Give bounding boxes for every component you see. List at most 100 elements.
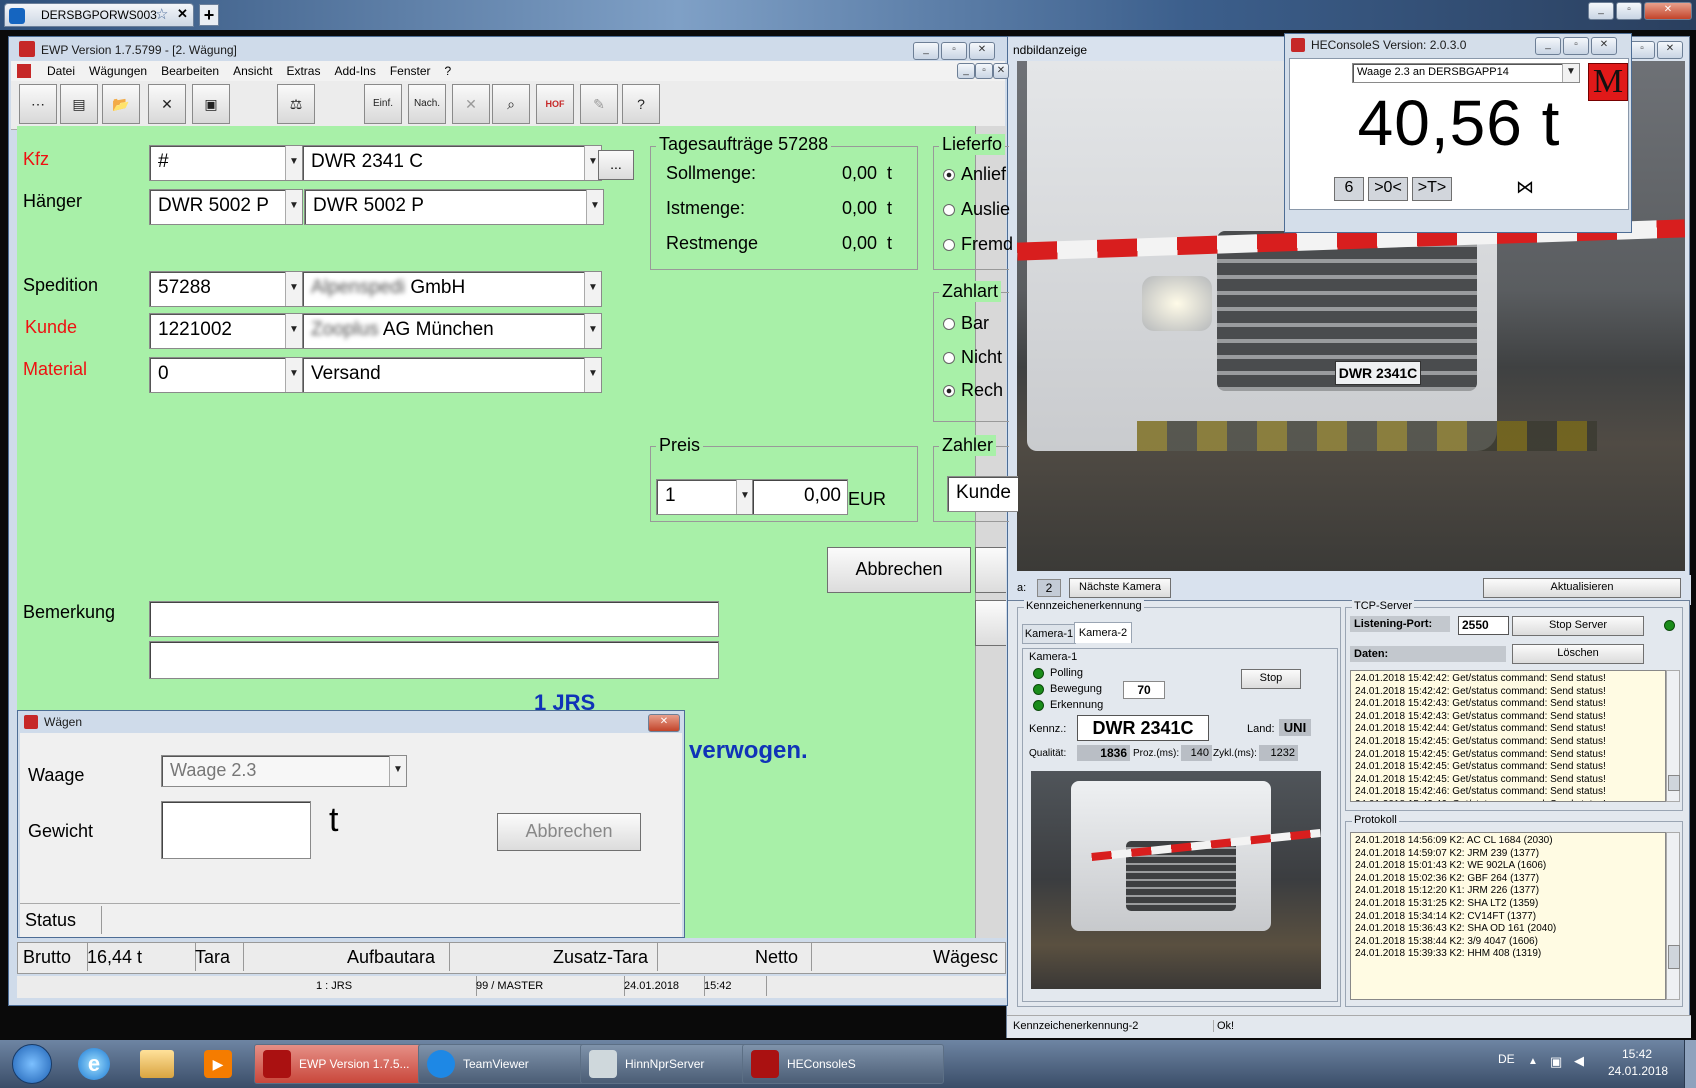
new-document-button[interactable]: ▤ [60, 84, 98, 124]
scale-number-button[interactable]: 6 [1334, 177, 1364, 201]
ie-icon[interactable]: e [78, 1048, 110, 1080]
remote-maximize-button[interactable]: ▫ [1616, 2, 1642, 20]
tcp-log-list[interactable]: 24.01.2018 15:42:42: Get/status command:… [1350, 670, 1666, 802]
explorer-icon[interactable] [140, 1050, 174, 1078]
protokoll-log-list[interactable]: 24.01.2018 14:56:09 K2: AC CL 1684 (2030… [1350, 832, 1666, 1000]
kunde-code-select[interactable]: 1221002 ▼ [149, 313, 303, 349]
menu-waegungen[interactable]: Wägungen [89, 64, 147, 78]
menu-extras[interactable]: Extras [286, 64, 320, 78]
ewp-close-button[interactable]: ✕ [969, 42, 995, 60]
menu-add-ins[interactable]: Add-Ins [334, 64, 375, 78]
nachwiegen-button[interactable]: Nach. [408, 84, 446, 124]
preis-qty-select[interactable]: 1 ▼ [656, 479, 754, 515]
clock-date[interactable]: 24.01.2018 [1608, 1064, 1668, 1078]
binoculars-icon[interactable]: ⌕ [492, 84, 530, 124]
ewp-maximize-button[interactable]: ▫ [941, 42, 967, 60]
remote-tab[interactable]: DERSBGPORWS003 ☆ ✕ [4, 3, 194, 27]
next-camera-button[interactable]: Nächste Kamera [1069, 578, 1171, 598]
radio-auslieferung[interactable]: Auslie [943, 199, 1010, 220]
remote-close-button[interactable]: ✕ [1644, 2, 1692, 20]
menu-fenster[interactable]: Fenster [390, 64, 431, 78]
radio-rechnung[interactable]: Rech [943, 380, 1003, 401]
save-button[interactable]: ▣ [192, 84, 230, 124]
edit-pen-icon[interactable]: ✎ [580, 84, 618, 124]
open-folder-button[interactable]: 📂 [102, 84, 140, 124]
zahler-select[interactable]: Kunde [947, 476, 1018, 512]
spedition-code-select[interactable]: 57288 ▼ [149, 271, 303, 307]
protokoll-scroll-thumb[interactable] [1668, 945, 1680, 969]
gewicht-input[interactable] [161, 801, 311, 859]
cancel-weighing-button[interactable]: ✕ [452, 84, 490, 124]
stop-button[interactable]: Stop [1241, 669, 1301, 689]
volume-icon[interactable]: ◀ [1574, 1053, 1584, 1069]
radio-anliefer[interactable]: Anlief [943, 164, 1006, 185]
material-code-select[interactable]: 0 ▼ [149, 357, 303, 393]
preis-input[interactable]: 0,00 [752, 479, 848, 515]
start-button[interactable] [12, 1044, 52, 1084]
heconsole-close-button[interactable]: ✕ [1591, 37, 1617, 55]
tcp-scroll-thumb[interactable] [1668, 775, 1680, 791]
menu-help[interactable]: ? [445, 64, 452, 78]
radio-fremd[interactable]: Fremd [943, 234, 1013, 255]
kfz-select[interactable]: DWR 2341 C ▼ [302, 145, 602, 181]
haenger-code-select[interactable]: DWR 5002 P ▼ [149, 189, 303, 225]
kfz-code-select[interactable]: # ▼ [149, 145, 303, 181]
taskbar-heconsole[interactable]: HEConsoleS [742, 1044, 944, 1084]
form-abbrechen-button[interactable]: Abbrechen [827, 547, 971, 593]
radio-nicht[interactable]: Nicht [943, 347, 1002, 368]
listening-port-value[interactable]: 2550 [1458, 616, 1509, 635]
new-tab-button[interactable]: + [199, 4, 219, 26]
help-icon[interactable]: ? [622, 84, 660, 124]
partial-side-button[interactable] [975, 600, 1006, 646]
zero-button[interactable]: >0< [1368, 177, 1408, 201]
material-select[interactable]: Versand ▼ [302, 357, 602, 393]
network-icon[interactable]: ▣ [1550, 1054, 1562, 1070]
bemerkung-input-1[interactable] [149, 601, 719, 637]
tab-kamera-1[interactable]: Kamera-1 [1022, 624, 1076, 644]
menu-ansicht[interactable]: Ansicht [233, 64, 272, 78]
heconsole-maximize-button[interactable]: ▫ [1563, 37, 1589, 55]
loeschen-button[interactable]: Löschen [1512, 644, 1644, 664]
partial-action-button[interactable] [975, 547, 1006, 593]
heconsole-minimize-button[interactable]: _ [1535, 37, 1561, 55]
menu-bearbeiten[interactable]: Bearbeiten [161, 64, 219, 78]
tray-up-icon[interactable]: ▲ [1528, 1056, 1538, 1067]
tare-button[interactable]: >T> [1412, 177, 1452, 201]
mdi-minimize-button[interactable]: _ [957, 63, 975, 79]
kfz-browse-button[interactable]: ... [598, 150, 634, 180]
menu-datei[interactable]: Datei [47, 64, 75, 78]
radio-bar[interactable]: Bar [943, 313, 989, 334]
kunde-select[interactable]: Zooplus AG München ▼ [302, 313, 602, 349]
clock-time[interactable]: 15:42 [1622, 1047, 1652, 1061]
waegen-abbrechen-button[interactable]: Abbrechen [497, 813, 641, 851]
mdi-restore-button[interactable]: ▫ [975, 63, 993, 79]
media-player-icon[interactable]: ▶ [204, 1050, 232, 1078]
close-tab-icon[interactable]: ✕ [177, 6, 188, 22]
camera-maximize-button[interactable]: ▫ [1629, 41, 1655, 59]
haenger-select[interactable]: DWR 5002 P ▼ [304, 189, 604, 225]
einfahrt-button[interactable]: Einf. [364, 84, 402, 124]
bemerkung-input-2[interactable] [149, 641, 719, 679]
waage-select[interactable]: Waage 2.3 ▼ [161, 755, 407, 787]
hof-button[interactable]: HOF [536, 84, 574, 124]
remote-minimize-button[interactable]: _ [1588, 2, 1614, 20]
spedition-select[interactable]: Alpenspedi GmbH ▼ [302, 271, 602, 307]
tab-kamera-2[interactable]: Kamera-2 [1074, 622, 1132, 643]
stop-server-button[interactable]: Stop Server [1512, 616, 1644, 636]
star-icon[interactable]: ☆ [155, 5, 168, 23]
list-view-button[interactable]: ⋯ [19, 84, 57, 124]
scale-select[interactable]: Waage 2.3 an DERSBGAPP14 ▼ [1352, 63, 1580, 83]
show-desktop-button[interactable] [1684, 1040, 1696, 1088]
language-indicator[interactable]: DE [1498, 1052, 1515, 1066]
nachwiegen-label: Nach. [413, 98, 441, 109]
tcp-log-scrollbar[interactable] [1666, 670, 1680, 802]
refresh-button[interactable]: Aktualisieren [1483, 578, 1681, 598]
scale-icon-button[interactable]: ⚖ [277, 84, 315, 124]
ewp-minimize-button[interactable]: _ [913, 42, 939, 60]
waegen-close-button[interactable]: ✕ [648, 714, 680, 732]
mdi-close-button[interactable]: ✕ [993, 63, 1009, 79]
protokoll-scrollbar[interactable] [1666, 832, 1680, 1000]
delete-button[interactable]: ✕ [148, 84, 186, 124]
camera-close-button[interactable]: ✕ [1657, 41, 1683, 59]
qualitaet-label: Qualität: [1029, 748, 1067, 759]
